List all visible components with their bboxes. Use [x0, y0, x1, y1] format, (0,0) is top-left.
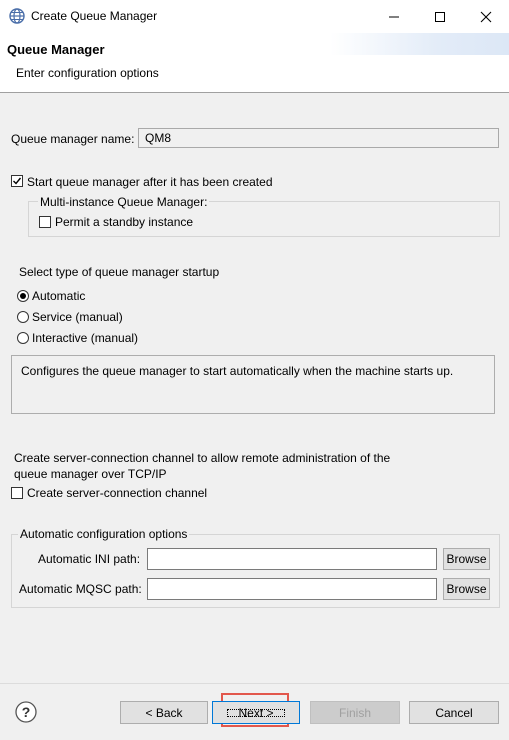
mqsc-path-label: Automatic MQSC path:: [19, 582, 142, 596]
maximize-icon: [435, 11, 445, 22]
create-svrconn-label: Create server-connection channel: [27, 486, 208, 500]
ini-path-label: Automatic INI path:: [38, 552, 141, 566]
minimize-button[interactable]: [371, 0, 417, 33]
radio-selected-dot: [20, 293, 26, 299]
window-title: Create Queue Manager: [31, 9, 158, 23]
svrconn-info-line2: queue manager over TCP/IP: [14, 467, 167, 481]
create-svrconn-checkbox[interactable]: [11, 487, 23, 499]
startup-interactive-radio[interactable]: [17, 332, 29, 344]
permit-standby-checkbox[interactable]: [39, 216, 51, 228]
mqsc-browse-button[interactable]: Browse: [443, 578, 490, 600]
page-subtitle: Enter configuration options: [16, 66, 159, 80]
startup-interactive-label: Interactive (manual): [32, 331, 139, 345]
permit-standby-label: Permit a standby instance: [55, 215, 194, 229]
back-button-label: < Back: [145, 705, 183, 720]
startup-description-box: Configures the queue manager to start au…: [11, 355, 495, 414]
ini-browse-button[interactable]: Browse: [443, 548, 490, 570]
startup-description: Configures the queue manager to start au…: [21, 364, 454, 378]
back-button[interactable]: < Back: [120, 701, 208, 724]
header-decoration: [330, 33, 509, 55]
multi-instance-group-title: Multi-instance Queue Manager:: [38, 195, 210, 209]
startup-automatic-radio[interactable]: [17, 290, 29, 302]
globe-icon: [9, 8, 25, 24]
close-button[interactable]: [463, 0, 509, 33]
startup-service-label: Service (manual): [32, 310, 123, 324]
startup-automatic-label: Automatic: [32, 289, 86, 303]
auto-config-group-title: Automatic configuration options: [18, 527, 190, 541]
close-icon: [480, 11, 492, 22]
start-after-create-label: Start queue manager after it has been cr…: [27, 175, 273, 189]
finish-button[interactable]: Finish: [310, 701, 400, 724]
maximize-button[interactable]: [417, 0, 463, 33]
finish-button-label: Finish: [338, 705, 371, 720]
qm-name-field: QM8: [138, 128, 499, 148]
help-icon: ?: [15, 701, 37, 723]
svg-text:?: ?: [22, 704, 31, 720]
qm-name-label: Queue manager name:: [11, 132, 135, 146]
cancel-button[interactable]: Cancel: [409, 701, 499, 724]
footer-divider: [0, 683, 509, 684]
mqsc-path-input[interactable]: [147, 578, 437, 600]
next-button-label: Next >: [224, 706, 287, 720]
startup-service-radio[interactable]: [17, 311, 29, 323]
svrconn-info-line1: Create server-connection channel to allo…: [14, 451, 391, 465]
checkmark-icon: [13, 177, 22, 185]
startup-type-label: Select type of queue manager startup: [19, 265, 220, 279]
page-title: Queue Manager: [7, 42, 105, 57]
ini-path-input[interactable]: [147, 548, 437, 570]
next-button[interactable]: Next >: [212, 701, 300, 724]
qm-name-value: QM8: [145, 131, 172, 145]
cancel-button-label: Cancel: [435, 705, 473, 720]
help-button[interactable]: ?: [14, 700, 38, 724]
minimize-icon: [389, 16, 399, 17]
start-after-create-checkbox[interactable]: [11, 175, 23, 187]
